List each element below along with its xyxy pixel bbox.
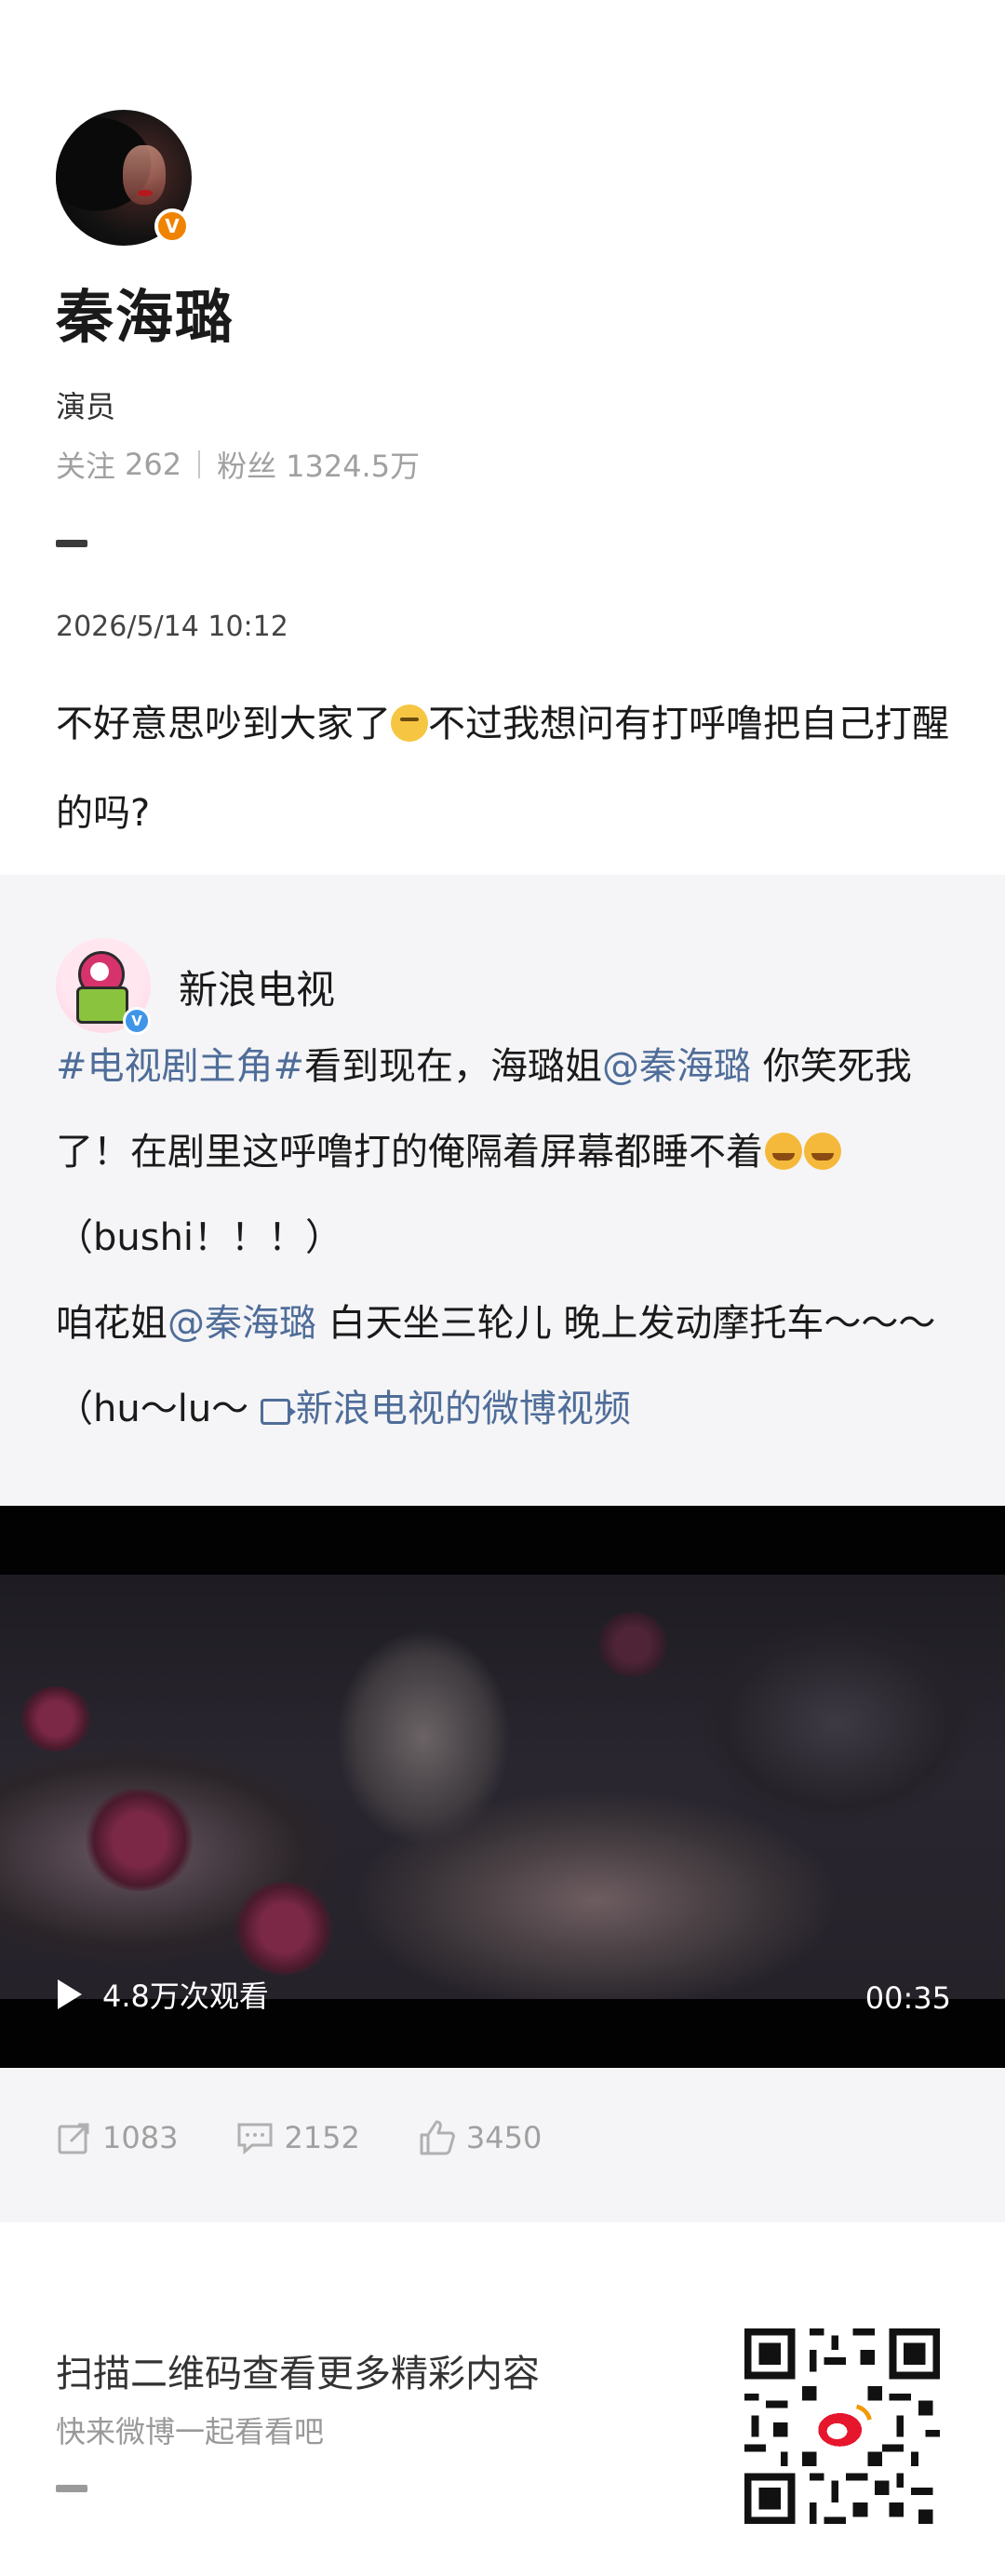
repost-count: 1083 xyxy=(102,2120,179,2155)
video-player[interactable]: 4.8万次观看 00:35 xyxy=(0,1506,1005,2068)
repost-button[interactable]: 1083 xyxy=(56,2119,178,2156)
repost-text-4: 咱花姐 xyxy=(56,1302,168,1345)
repost-icon xyxy=(58,2123,89,2154)
post-text-part1: 不好意思吵到大家了 xyxy=(56,703,391,745)
repost-text: #电视剧主角#看到现在，海璐姐@秦海璐 你笑死我了！在剧里这呼噜打的俺隔着屏幕都… xyxy=(56,1024,958,1452)
video-source-label: 新浪电视的微博视频 xyxy=(295,1388,631,1430)
like-count: 3450 xyxy=(465,2120,543,2155)
comment-icon xyxy=(237,2123,273,2155)
qr-code-icon[interactable] xyxy=(737,2321,947,2531)
followers-count: 1324.5万 xyxy=(286,449,421,484)
video-views: 4.8万次观看 xyxy=(102,1979,269,2014)
qr-title: 扫描二维码查看更多精彩内容 xyxy=(56,2353,540,2395)
video-frame xyxy=(0,1575,1005,1999)
divider-mark xyxy=(56,540,87,547)
qr-subtitle: 快来微博一起看看吧 xyxy=(56,2414,325,2449)
original-post: V 秦海璐 演员 关注 262 粉丝 1324.5万 2026/5/14 10:… xyxy=(0,0,1005,875)
video-link-icon xyxy=(260,1399,296,1425)
post-date: 2026/5/14 10:12 xyxy=(56,610,288,643)
laughing-cat-emoji-icon xyxy=(804,1133,841,1170)
author-name[interactable]: 秦海璐 xyxy=(56,270,234,354)
stats-divider xyxy=(198,450,201,478)
like-button[interactable]: 3450 xyxy=(418,2118,542,2157)
repost-author-name[interactable]: 新浪电视 xyxy=(179,959,335,1015)
following-label: 关注 xyxy=(56,449,116,484)
comment-button[interactable]: 2152 xyxy=(235,2119,360,2156)
laughing-cat-emoji-icon xyxy=(765,1133,802,1170)
thinking-emoji-icon xyxy=(391,704,428,742)
play-icon[interactable] xyxy=(58,1979,82,2009)
mention-link[interactable]: @秦海璐 xyxy=(602,1045,751,1088)
hashtag-link[interactable]: #电视剧主角# xyxy=(56,1045,304,1088)
repost-text-1: 看到现在，海璐姐 xyxy=(304,1045,603,1088)
post-text: 不好意思吵到大家了 不过我想问有打呼噜把自己打醒的吗? xyxy=(56,679,949,858)
comment-count: 2152 xyxy=(284,2120,360,2155)
video-source-link[interactable]: 新浪电视的微博视频 xyxy=(260,1388,631,1430)
qr-footer: 扫描二维码查看更多精彩内容 快来微博一起看看吧 xyxy=(0,2222,1005,2576)
repost-text-3: （bushi！！！） xyxy=(56,1216,343,1259)
action-bar: 1083 2152 3450 xyxy=(56,2118,599,2157)
repost-card[interactable]: V 新浪电视 #电视剧主角#看到现在，海璐姐@秦海璐 你笑死我了！在剧里这呼噜打… xyxy=(0,875,1005,2222)
mention-link[interactable]: @秦海璐 xyxy=(168,1302,316,1345)
author-title: 演员 xyxy=(56,389,116,424)
video-duration: 00:35 xyxy=(864,1980,951,2016)
like-icon xyxy=(420,2120,455,2155)
author-stats: 关注 262 粉丝 1324.5万 xyxy=(56,443,420,486)
verified-badge-icon: V xyxy=(154,208,190,244)
following-count: 262 xyxy=(125,447,182,482)
followers-label: 粉丝 xyxy=(217,449,277,484)
video-view-count: 4.8万次观看 xyxy=(58,1973,269,2016)
footer-divider xyxy=(56,2485,87,2492)
